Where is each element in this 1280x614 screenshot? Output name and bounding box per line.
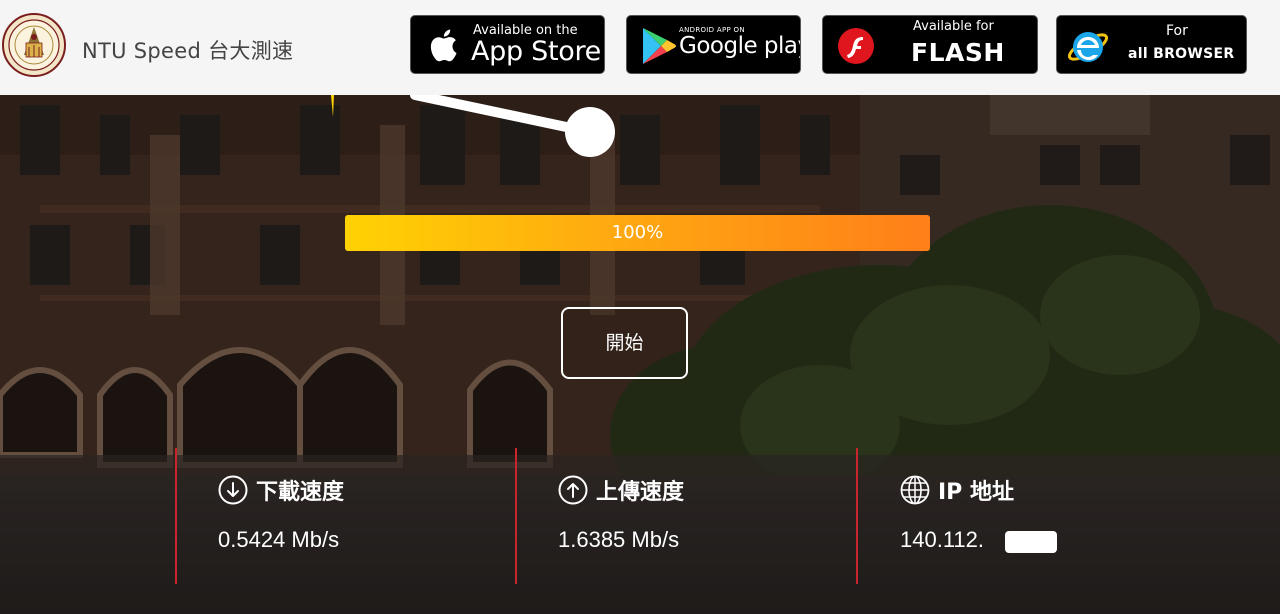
site-title: NTU Speed 台大測速 <box>82 39 294 63</box>
start-button[interactable]: 開始 <box>561 307 688 379</box>
progress-percent-label: 100% <box>611 222 664 243</box>
upload-speed-value: 1.6385 Mb/s <box>558 527 680 552</box>
apple-icon <box>430 29 457 62</box>
app-store-button[interactable]: Available on the App Store <box>410 15 605 74</box>
ip-address-value: 140.112. <box>900 527 985 552</box>
browser-small-text: For <box>1166 23 1188 39</box>
stat-divider <box>175 448 177 584</box>
flash-icon <box>838 28 874 64</box>
download-arrow-icon <box>218 475 248 505</box>
all-browser-button[interactable]: For all BROWSER <box>1056 15 1247 74</box>
top-header: NTU Speed 台大測速 Available on the App Stor… <box>0 0 1280 95</box>
upload-speed-label: 上傳速度 <box>596 480 685 505</box>
browser-big-text: all BROWSER <box>1128 46 1235 62</box>
google-play-button[interactable]: ANDROID APP ON Google play <box>626 15 801 74</box>
progress-bar: 100% <box>345 215 930 251</box>
redaction-mark <box>1005 531 1057 553</box>
download-speed-panel: 下載速度 0.5424 Mb/s <box>218 473 344 553</box>
ip-address-panel: IP 地址 140.112. <box>900 473 1014 553</box>
upload-speed-panel: 上傳速度 1.6385 Mb/s <box>558 473 684 553</box>
ntu-seal-icon[interactable] <box>2 13 66 77</box>
globe-icon <box>900 475 930 505</box>
upload-arrow-icon <box>558 475 588 505</box>
flash-button[interactable]: Available for FLASH <box>822 15 1038 74</box>
flash-small-text: Available for <box>913 19 994 34</box>
internet-explorer-icon <box>1067 32 1109 62</box>
stat-divider <box>515 448 517 584</box>
stat-divider <box>856 448 858 584</box>
download-speed-label: 下載速度 <box>256 480 345 505</box>
google-play-big-text: Google play <box>679 33 801 59</box>
ip-address-label: IP 地址 <box>938 480 1014 505</box>
google-play-icon <box>643 28 676 64</box>
flash-big-text: FLASH <box>911 38 1005 67</box>
download-speed-value: 0.5424 Mb/s <box>218 527 340 552</box>
app-store-big-text: App Store <box>471 36 601 67</box>
